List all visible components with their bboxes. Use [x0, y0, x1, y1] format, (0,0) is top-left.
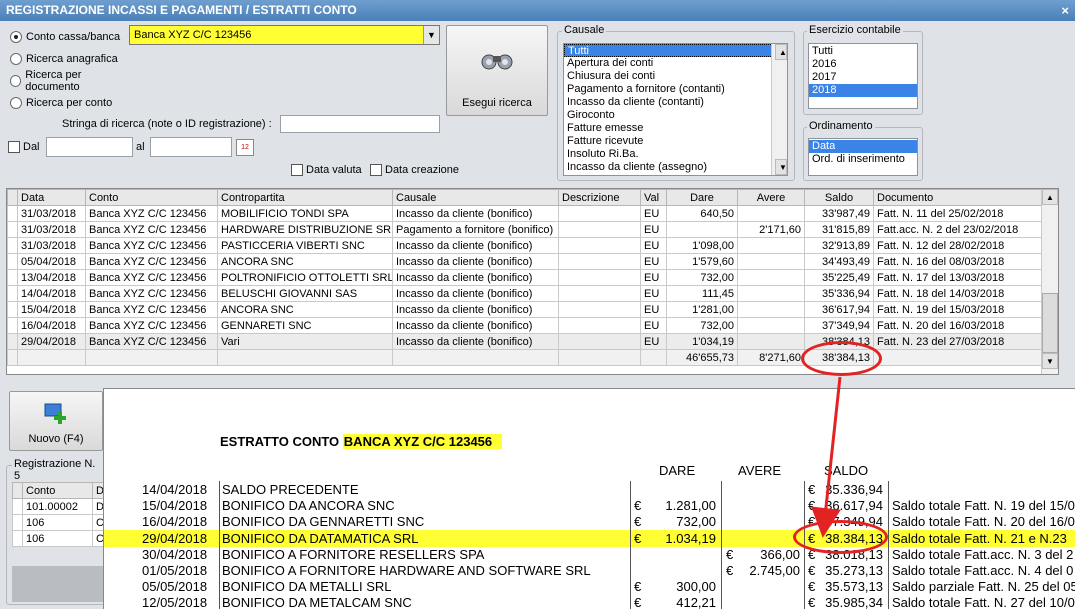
app-window: REGISTRAZIONE INCASSI E PAGAMENTI / ESTR… [0, 0, 1075, 609]
annotation-arrow [811, 376, 842, 538]
